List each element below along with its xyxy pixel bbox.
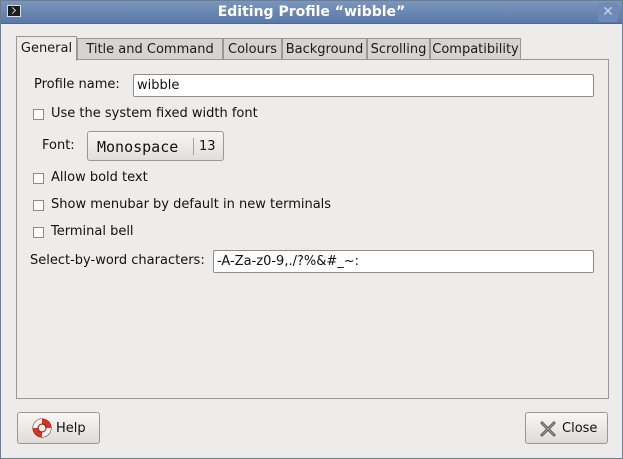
system-font-checkbox[interactable] xyxy=(33,109,44,120)
profile-dialog: Editing Profile “wibble” ✕ General Title… xyxy=(0,0,623,459)
bold-text-label[interactable]: Allow bold text xyxy=(51,170,148,185)
word-chars-label: Select-by-word characters: xyxy=(30,253,205,268)
word-chars-input[interactable]: -A-Za-z0-9,./?%&#_~: xyxy=(213,250,594,273)
tab-scrolling[interactable]: Scrolling xyxy=(367,38,430,59)
tab-general[interactable]: General xyxy=(16,36,77,61)
profile-name-input[interactable]: wibble xyxy=(133,74,594,97)
profile-name-label: Profile name: xyxy=(34,77,120,92)
title-bar[interactable]: Editing Profile “wibble” ✕ xyxy=(1,1,622,24)
show-menubar-checkbox[interactable] xyxy=(33,200,44,211)
terminal-bell-label[interactable]: Terminal bell xyxy=(51,224,134,239)
tab-compatibility[interactable]: Compatibility xyxy=(430,38,521,59)
lifebuoy-icon xyxy=(32,418,52,438)
font-name: Monospace xyxy=(97,138,179,156)
font-picker-button[interactable]: Monospace 13 xyxy=(87,131,224,161)
font-label: Font: xyxy=(42,138,75,153)
tab-colours[interactable]: Colours xyxy=(223,38,282,59)
x-icon xyxy=(540,421,556,437)
tab-background[interactable]: Background xyxy=(282,38,367,59)
close-button-label: Close xyxy=(562,421,598,436)
font-size: 13 xyxy=(199,139,216,154)
font-separator xyxy=(193,138,194,155)
window-title: Editing Profile “wibble” xyxy=(217,4,406,20)
bold-text-checkbox[interactable] xyxy=(33,173,44,184)
window-close-button[interactable]: ✕ xyxy=(598,3,618,22)
tab-title-and-command[interactable]: Title and Command xyxy=(77,38,223,59)
help-button-label: Help xyxy=(56,421,86,436)
close-button[interactable]: Close xyxy=(525,412,608,444)
system-font-label[interactable]: Use the system fixed width font xyxy=(51,106,258,121)
help-button[interactable]: Help xyxy=(17,412,100,444)
show-menubar-label[interactable]: Show menubar by default in new terminals xyxy=(51,197,331,212)
terminal-bell-checkbox[interactable] xyxy=(33,227,44,238)
